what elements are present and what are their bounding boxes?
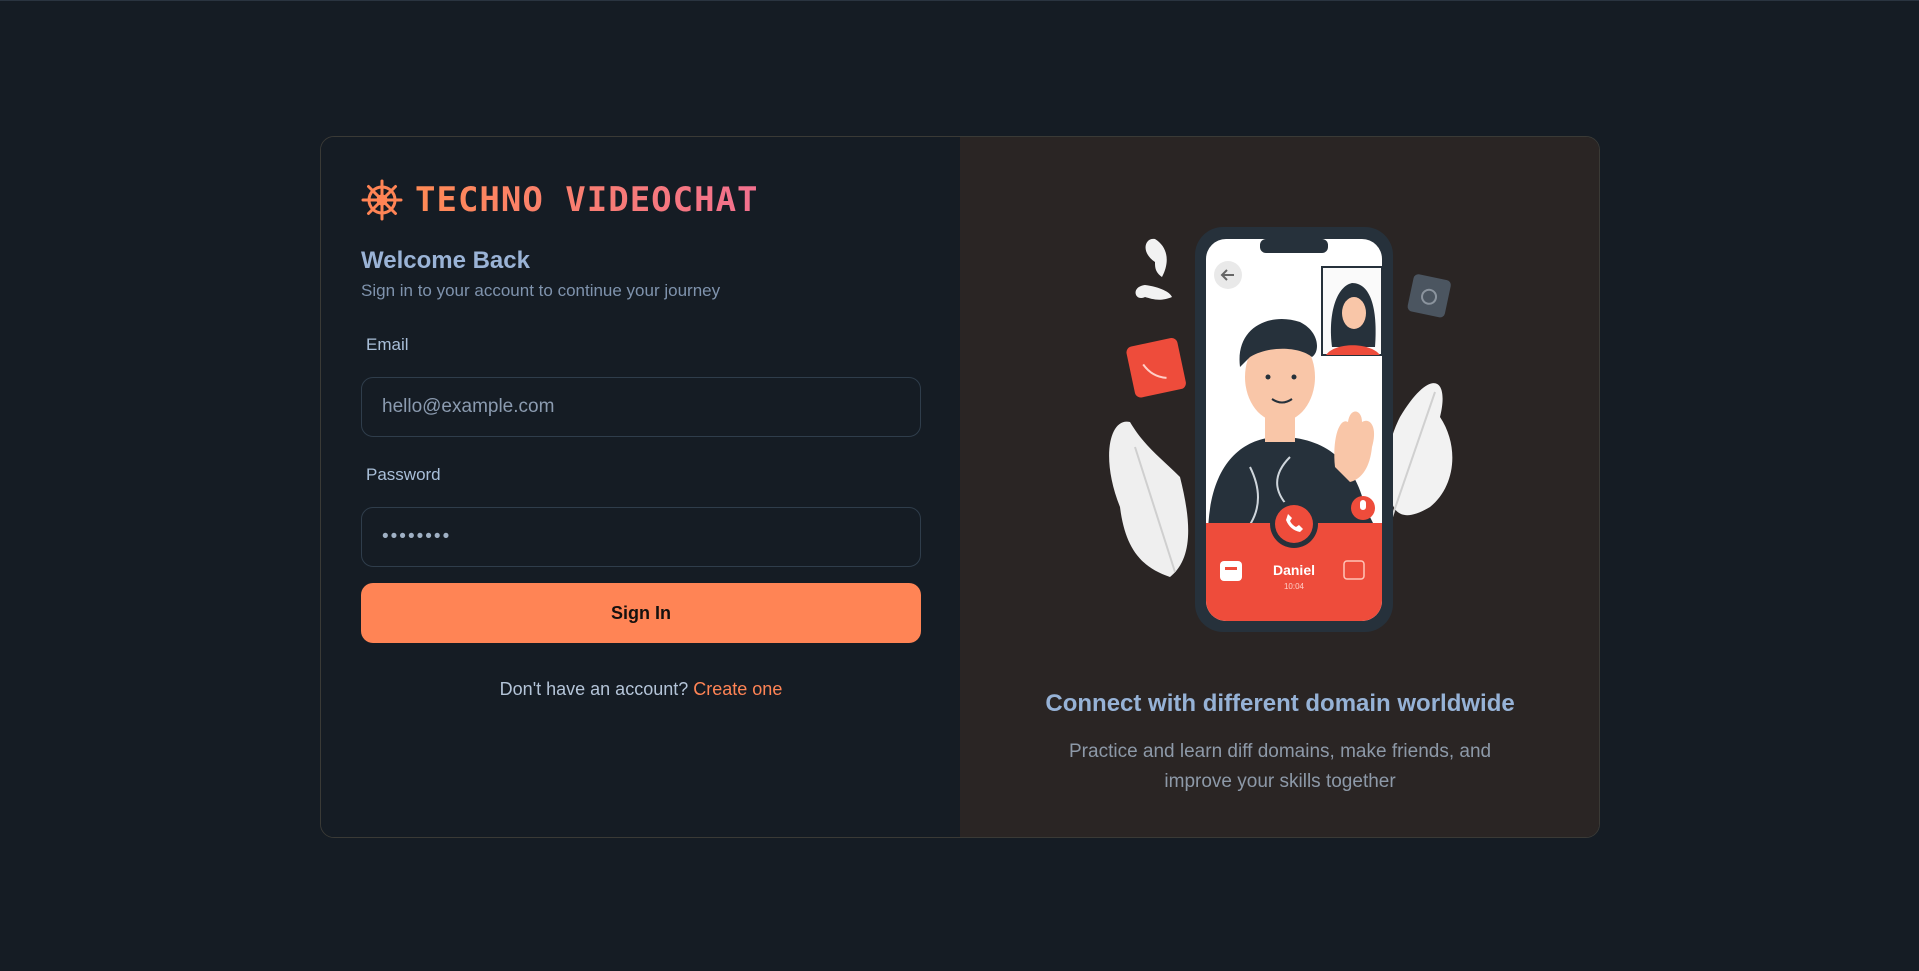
- login-panel: TECHNO VIDEOCHAT Welcome Back Sign in to…: [321, 137, 961, 837]
- signup-prompt: Don't have an account? Create one: [321, 679, 961, 700]
- back-arrow-icon: [1214, 261, 1243, 289]
- leaf-left-icon: [1109, 421, 1189, 577]
- video-call-illustration: Daniel 10:04: [1109, 227, 1453, 632]
- camera-card-icon: [1407, 274, 1451, 318]
- login-card: TECHNO VIDEOCHAT Welcome Back Sign in to…: [320, 136, 1600, 838]
- create-account-link[interactable]: Create one: [693, 679, 782, 699]
- phone-card-icon: [1126, 338, 1186, 398]
- email-field[interactable]: [361, 377, 921, 437]
- password-label: Password: [366, 465, 441, 484]
- caller-name: Daniel: [1273, 562, 1315, 578]
- leaf-top-icon: [1135, 238, 1173, 300]
- promo-title: Connect with different domain worldwide: [1045, 690, 1515, 717]
- page-title: Welcome Back: [361, 247, 530, 274]
- promo-panel: Daniel 10:04 Connect with different doma…: [960, 137, 1599, 837]
- password-field[interactable]: [361, 507, 921, 567]
- email-label: Email: [366, 335, 409, 354]
- brand: TECHNO VIDEOCHAT: [361, 179, 759, 221]
- sign-in-button[interactable]: Sign In: [361, 583, 921, 643]
- page-subtitle: Sign in to your account to continue your…: [361, 281, 721, 300]
- call-time: 10:04: [1284, 582, 1305, 591]
- leaf-right-icon: [1388, 383, 1453, 518]
- signup-prompt-text: Don't have an account?: [499, 679, 689, 699]
- ship-wheel-icon: [361, 179, 403, 221]
- brand-name: TECHNO VIDEOCHAT: [415, 180, 759, 220]
- promo-text: Practice and learn diff domains, make fr…: [1069, 741, 1492, 792]
- remote-video-thumbnail: [1321, 266, 1384, 356]
